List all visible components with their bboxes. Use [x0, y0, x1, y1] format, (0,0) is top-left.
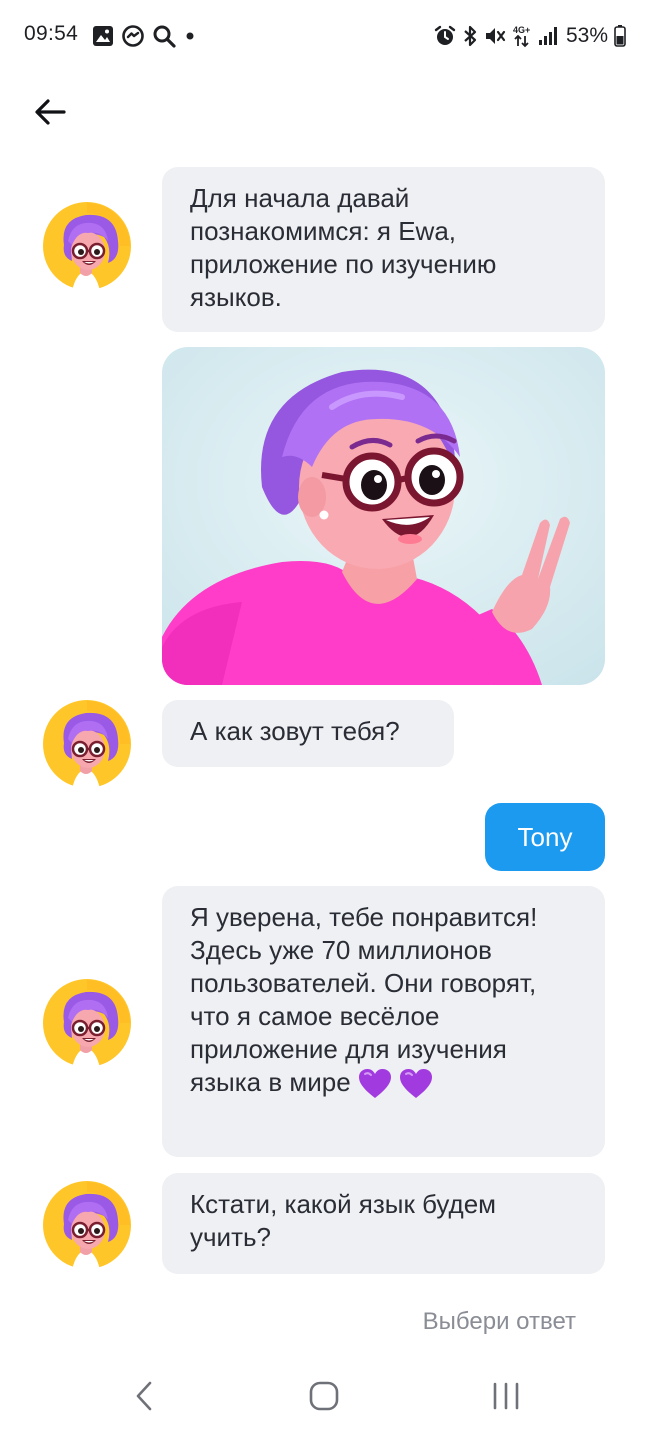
back-button[interactable]	[30, 92, 70, 132]
user-message: Tony	[485, 803, 605, 871]
nav-recents-icon	[493, 1382, 519, 1410]
bot-message: Я уверена, тебе понравится! Здесь уже 70…	[162, 886, 605, 1157]
bot-avatar	[42, 1180, 132, 1270]
bot-avatar	[42, 978, 132, 1068]
choose-answer-label[interactable]: Выбери ответ	[423, 1308, 576, 1336]
nav-home-button[interactable]	[294, 1372, 354, 1420]
bluetooth-icon	[464, 25, 477, 47]
bot-avatar	[42, 201, 132, 291]
arrow-left-icon	[35, 99, 66, 125]
messenger-icon	[122, 25, 144, 47]
bot-message: Кстати, какой язык будем учить?	[162, 1173, 605, 1274]
bot-message: Для начала давай познакомимся: я Ewa, пр…	[162, 167, 605, 332]
status-right-icons: 4G+ 53%	[434, 24, 626, 48]
user-message-text: Tony	[517, 821, 573, 852]
purple-heart-icon	[358, 1068, 392, 1100]
nav-home-icon	[309, 1381, 339, 1411]
bot-message-text: А как зовут тебя?	[190, 716, 400, 746]
bot-message: А как зовут тебя?	[162, 700, 454, 767]
nav-recents-button[interactable]	[476, 1372, 536, 1420]
status-time: 09:54	[24, 22, 79, 45]
signal-icon	[538, 27, 557, 45]
search-icon	[153, 25, 176, 48]
nav-back-button[interactable]	[114, 1372, 174, 1420]
bot-avatar	[42, 699, 132, 789]
alarm-icon	[434, 25, 456, 45]
gallery-icon	[93, 26, 113, 46]
mute-icon	[485, 28, 506, 44]
svg-text:4G+: 4G+	[513, 25, 530, 35]
battery-percent: 53%	[565, 24, 608, 47]
ewa-character-image	[162, 347, 605, 685]
4g-data-icon: 4G+	[513, 25, 530, 48]
bot-image-message[interactable]	[162, 347, 605, 685]
status-left-icons	[92, 24, 197, 48]
status-bar: 09:54 4G+ 53%	[0, 0, 648, 72]
nav-back-icon	[136, 1381, 152, 1411]
bot-message-text: Кстати, какой язык будем учить?	[190, 1189, 497, 1252]
purple-heart-icon	[399, 1068, 433, 1100]
bot-message-text: Для начала давай познакомимся: я Ewa, пр…	[190, 183, 497, 312]
battery-icon	[614, 25, 626, 47]
notification-dot-icon	[186, 32, 194, 40]
system-nav-bar	[0, 1352, 648, 1440]
